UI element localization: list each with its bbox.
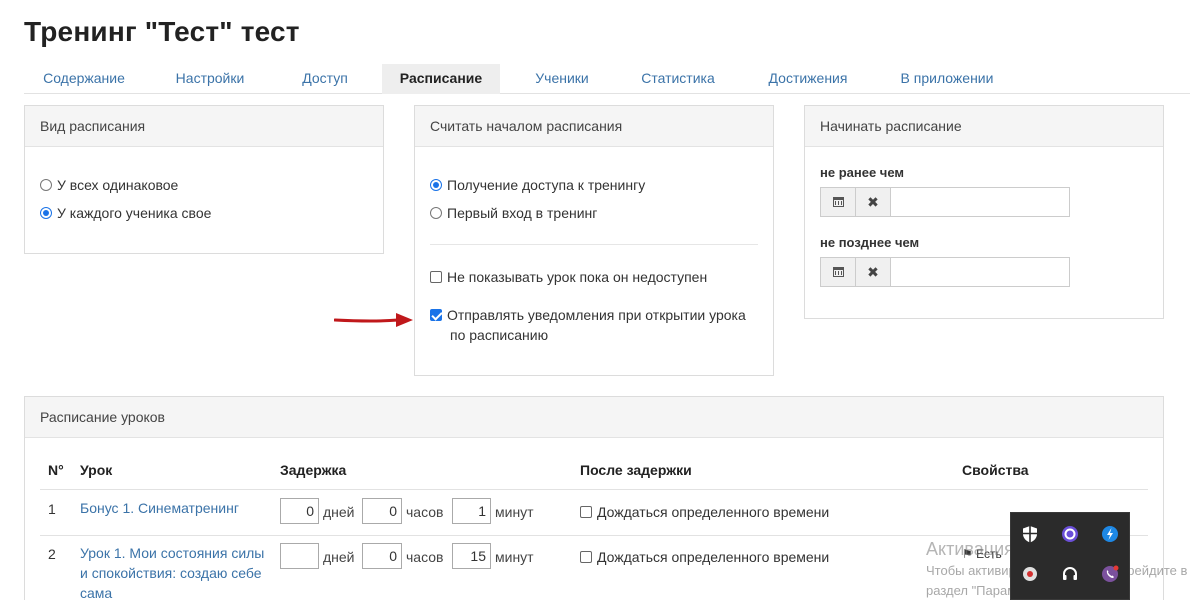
browser-icon[interactable] [1061, 525, 1079, 543]
radio-label: Получение доступа к тренингу [447, 177, 646, 193]
tab-schedule[interactable]: Расписание [382, 64, 500, 94]
begin-schedule-panel: Начинать расписание не ранее чем ✖ не по… [804, 105, 1164, 319]
row-number: 1 [48, 501, 56, 517]
calendar-button[interactable] [821, 188, 856, 216]
minutes-input[interactable]: 1 [452, 498, 491, 524]
checkbox-label: Отправлять уведомления при открытии урок… [447, 307, 746, 323]
wait-specific-time-checkbox[interactable]: Дождаться определенного времени [580, 549, 829, 565]
days-input[interactable] [280, 543, 319, 569]
calendar-icon [832, 267, 844, 277]
close-icon: ✖ [867, 263, 879, 280]
column-header-after-delay: После задержки [580, 462, 692, 478]
panel-title: Расписание уроков [25, 397, 1163, 438]
lesson-link-line2[interactable]: и спокойствия: создаю себе [80, 563, 262, 583]
clear-date-button[interactable]: ✖ [856, 258, 891, 286]
not-later-label: не позднее чем [820, 235, 920, 250]
column-header-num: N° [48, 462, 64, 478]
system-tray-popup [1010, 512, 1130, 600]
headset-icon[interactable] [1061, 565, 1079, 583]
tab-in-app[interactable]: В приложении [888, 64, 1006, 94]
viber-icon[interactable] [1101, 565, 1119, 583]
hours-input[interactable]: 0 [362, 543, 402, 569]
hours-unit: часов [406, 504, 444, 520]
not-earlier-date-input[interactable] [891, 188, 1069, 216]
calendar-icon [832, 197, 844, 207]
days-input[interactable]: 0 [280, 498, 319, 524]
tab-achievements[interactable]: Достижения [754, 64, 862, 94]
close-icon: ✖ [867, 193, 879, 210]
minutes-input[interactable]: 15 [452, 543, 491, 569]
checkbox-label-continued: по расписанию [450, 327, 549, 343]
sync-icon[interactable] [1101, 525, 1119, 543]
checkbox[interactable] [580, 506, 592, 518]
minutes-unit: минут [495, 504, 534, 520]
wait-specific-time-checkbox[interactable]: Дождаться определенного времени [580, 504, 829, 520]
radio-button[interactable] [40, 207, 52, 219]
not-later-date-picker: ✖ [820, 257, 1070, 287]
radio-each-student[interactable]: У каждого ученика свое [40, 205, 211, 221]
panel-title: Начинать расписание [805, 106, 1163, 147]
page-title: Тренинг "Тест" тест [24, 16, 300, 47]
hours-unit: часов [406, 549, 444, 565]
checkbox[interactable] [580, 551, 592, 563]
lesson-link[interactable]: Урок 1. Мои состояния силы [80, 543, 264, 563]
radio-first-login[interactable]: Первый вход в тренинг [430, 205, 597, 221]
tab-bar: Содержание Настройки Доступ Расписание У… [24, 64, 1190, 94]
checkbox-label: Дождаться определенного времени [597, 549, 830, 565]
column-header-delay: Задержка [280, 462, 347, 478]
tab-statistics[interactable]: Статистика [628, 64, 728, 94]
divider [430, 244, 758, 245]
radio-access-received[interactable]: Получение доступа к тренингу [430, 177, 645, 193]
column-header-properties: Свойства [962, 462, 1029, 478]
checkbox[interactable] [430, 309, 442, 321]
radio-label: У каждого ученика свое [57, 205, 212, 221]
panel-title: Считать началом расписания [415, 106, 773, 147]
table-divider [40, 489, 1148, 490]
red-arrow-icon [334, 313, 413, 327]
days-unit: дней [323, 504, 355, 520]
not-later-date-input[interactable] [891, 258, 1069, 286]
radio-label: Первый вход в тренинг [447, 205, 598, 221]
checkbox[interactable] [430, 271, 442, 283]
tab-settings[interactable]: Настройки [160, 64, 260, 94]
lesson-link-line3[interactable]: сама [80, 583, 112, 600]
schedule-type-panel: Вид расписания У всех одинаковое У каждо… [24, 105, 384, 254]
tab-content[interactable]: Содержание [24, 64, 144, 94]
radio-button[interactable] [430, 207, 442, 219]
hours-input[interactable]: 0 [362, 498, 402, 524]
shield-icon[interactable] [1021, 525, 1039, 543]
schedule-start-panel: Считать началом расписания Получение дос… [414, 105, 774, 376]
checkbox-label: Дождаться определенного времени [597, 504, 830, 520]
radio-label: У всех одинаковое [57, 177, 179, 193]
tab-access[interactable]: Доступ [286, 64, 364, 94]
checkbox-send-notifications[interactable]: Отправлять уведомления при открытии урок… [430, 307, 746, 323]
minutes-unit: минут [495, 549, 534, 565]
clear-date-button[interactable]: ✖ [856, 188, 891, 216]
column-header-lesson: Урок [80, 462, 113, 478]
radio-button[interactable] [40, 179, 52, 191]
radio-button[interactable] [430, 179, 442, 191]
checkbox-hide-unavailable[interactable]: Не показывать урок пока он недоступен [430, 269, 707, 285]
checkbox-label: Не показывать урок пока он недоступен [447, 269, 708, 285]
row-number: 2 [48, 546, 56, 562]
calendar-button[interactable] [821, 258, 856, 286]
tab-students[interactable]: Ученики [520, 64, 604, 94]
table-divider [40, 535, 1148, 536]
panel-title: Вид расписания [25, 106, 383, 147]
not-earlier-label: не ранее чем [820, 165, 905, 180]
days-unit: дней [323, 549, 355, 565]
not-earlier-date-picker: ✖ [820, 187, 1070, 217]
lesson-link[interactable]: Бонус 1. Синематренинг [80, 498, 239, 518]
app-icon[interactable] [1021, 565, 1039, 583]
radio-same-for-all[interactable]: У всех одинаковое [40, 177, 178, 193]
